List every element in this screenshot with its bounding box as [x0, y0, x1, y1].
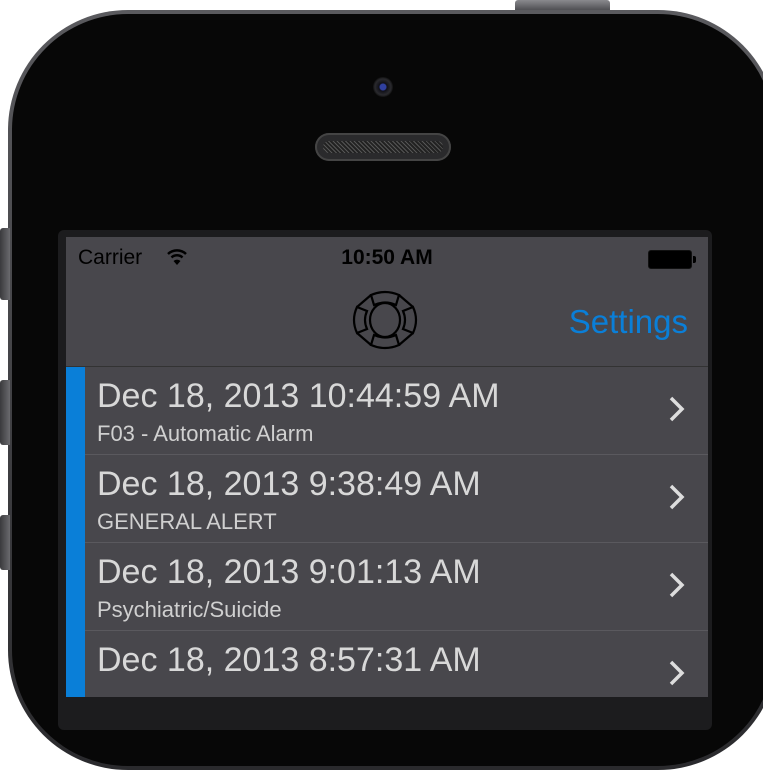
alert-row[interactable]: Dec 18, 2013 9:38:49 AM GENERAL ALERT: [85, 455, 708, 543]
battery-icon: [648, 250, 696, 269]
alert-datetime: Dec 18, 2013 9:01:13 AM: [97, 553, 481, 591]
app-screen: Carrier 10:50 AM Settings Dec 18, 2013 1…: [66, 237, 708, 697]
status-time: 10:50 AM: [341, 246, 433, 269]
volume-down-button[interactable]: [0, 515, 10, 570]
settings-button[interactable]: Settings: [569, 303, 688, 341]
alert-datetime: Dec 18, 2013 9:38:49 AM: [97, 465, 481, 503]
chevron-right-icon: [669, 572, 685, 598]
chevron-right-icon: [669, 484, 685, 510]
accent-bar: [66, 367, 85, 697]
earpiece-speaker: [315, 133, 451, 161]
alert-datetime: Dec 18, 2013 8:57:31 AM: [97, 641, 481, 679]
alert-type: Psychiatric/Suicide: [97, 597, 282, 622]
alert-type: F03 - Automatic Alarm: [97, 421, 314, 446]
alert-row[interactable]: Dec 18, 2013 8:57:31 AM: [85, 631, 708, 697]
chevron-right-icon: [669, 396, 685, 422]
alert-type: GENERAL ALERT: [97, 509, 277, 534]
volume-up-button[interactable]: [0, 380, 10, 445]
status-bar: Carrier 10:50 AM: [66, 237, 708, 281]
alert-datetime: Dec 18, 2013 10:44:59 AM: [97, 377, 500, 415]
alert-row[interactable]: Dec 18, 2013 9:01:13 AM Psychiatric/Suic…: [85, 543, 708, 631]
chevron-right-icon: [669, 660, 685, 686]
maltese-cross-icon: [352, 290, 418, 350]
mute-switch[interactable]: [0, 228, 10, 300]
front-camera: [373, 77, 393, 97]
alert-row[interactable]: Dec 18, 2013 10:44:59 AM F03 - Automatic…: [85, 367, 708, 455]
